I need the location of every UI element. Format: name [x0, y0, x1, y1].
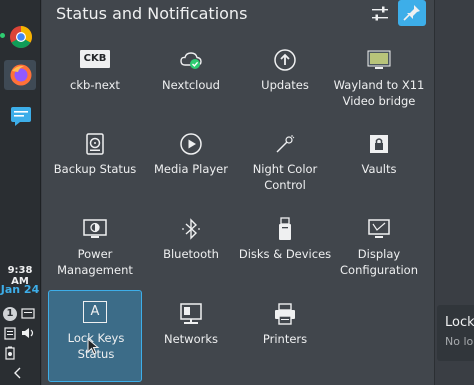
nextcloud-icon: [180, 52, 202, 69]
tooltip-subtitle: No lo: [445, 335, 474, 348]
tooltip-title: Lock: [445, 315, 474, 330]
tray-item-printers[interactable]: Printers: [238, 298, 332, 384]
tray-item-lock-keys-status[interactable]: A Lock Keys Status: [48, 290, 142, 382]
bluetooth-icon: [182, 218, 200, 240]
tray-item-label: Backup Status: [53, 162, 137, 176]
tray-item-bluetooth[interactable]: Bluetooth: [144, 213, 238, 299]
tray-item-label: ckb-next: [70, 78, 120, 92]
lock-keys-icon: A: [83, 301, 107, 323]
disks-icon: [279, 217, 291, 240]
taskbar: 9:38 AM Jan 24 1: [0, 0, 41, 385]
tray-item-networks[interactable]: Networks: [144, 298, 238, 384]
tray-item-label: Wayland to X11 Video bridge: [333, 78, 425, 108]
tray-item-label: Power Management: [57, 247, 133, 277]
pin-button[interactable]: [398, 0, 426, 26]
configure-button[interactable]: [368, 2, 392, 26]
taskbar-app-chat[interactable]: [4, 101, 36, 131]
chat-icon: [11, 107, 31, 126]
tray-item-vaults[interactable]: Vaults: [332, 128, 426, 214]
chrome-icon: [10, 26, 32, 48]
tray-item-label: Disks & Devices: [238, 247, 332, 261]
tray-item-label: Networks: [163, 332, 218, 346]
tray-item-media-player[interactable]: Media Player: [144, 128, 238, 214]
tray-item-video-bridge[interactable]: Wayland to X11 Video bridge: [332, 44, 426, 130]
tray-item-label: Night Color Control: [252, 162, 318, 192]
tray-item-ckb-next[interactable]: CKB ckb-next: [48, 44, 142, 130]
collapse-tray-chevron-icon[interactable]: [11, 366, 25, 380]
printers-icon: [275, 303, 295, 325]
taskbar-app-firefox[interactable]: [4, 60, 36, 90]
video-bridge-icon: [367, 50, 391, 69]
pin-icon: [403, 5, 420, 21]
taskbar-app-chrome[interactable]: [4, 22, 36, 52]
tray-item-label: Bluetooth: [163, 247, 219, 261]
power-icon: [83, 219, 107, 238]
item-tooltip: Lock No lo: [437, 305, 474, 361]
backup-icon: [86, 133, 104, 155]
ckb-icon: CKB: [80, 50, 110, 68]
tray-item-label: Updates: [261, 78, 309, 92]
media-player-icon: [180, 133, 202, 155]
tray-item-label: Vaults: [361, 162, 397, 176]
tray-item-label: Nextcloud: [162, 78, 220, 92]
tray-item-night-color[interactable]: Night Color Control: [238, 128, 332, 214]
notifications-icon[interactable]: [21, 307, 35, 321]
tray-item-display-configuration[interactable]: Display Configuration: [332, 213, 426, 299]
tray-item-label: Printers: [262, 332, 308, 346]
networks-icon: [180, 303, 202, 324]
volume-icon[interactable]: [21, 326, 35, 340]
tray-item-disks-devices[interactable]: Disks & Devices: [238, 213, 332, 299]
panel-title: Status and Notifications: [56, 4, 248, 23]
notification-count-badge[interactable]: 1: [3, 307, 17, 321]
active-indicator: [0, 33, 5, 38]
tray-item-backup-status[interactable]: Backup Status: [48, 128, 142, 214]
updates-icon: [274, 49, 296, 71]
status-notifications-panel: Status and Notifications CKB ckb-next Ne…: [42, 0, 435, 385]
night-color-icon: [276, 135, 295, 153]
mouse-cursor-icon: [87, 338, 100, 355]
vaults-icon: [370, 135, 388, 153]
sliders-icon: [372, 6, 388, 21]
firefox-icon: [10, 64, 32, 86]
clock-date[interactable]: Jan 24: [0, 283, 40, 296]
display-icon: [368, 219, 390, 238]
battery-icon[interactable]: [3, 346, 17, 360]
clipboard-icon[interactable]: [3, 326, 17, 340]
tray-item-label: Display Configuration: [340, 247, 418, 277]
tray-item-label: Media Player: [154, 162, 228, 176]
tray-item-updates[interactable]: Updates: [238, 44, 332, 130]
tray-item-power-management[interactable]: Power Management: [48, 213, 142, 299]
tray-item-nextcloud[interactable]: Nextcloud: [144, 44, 238, 130]
